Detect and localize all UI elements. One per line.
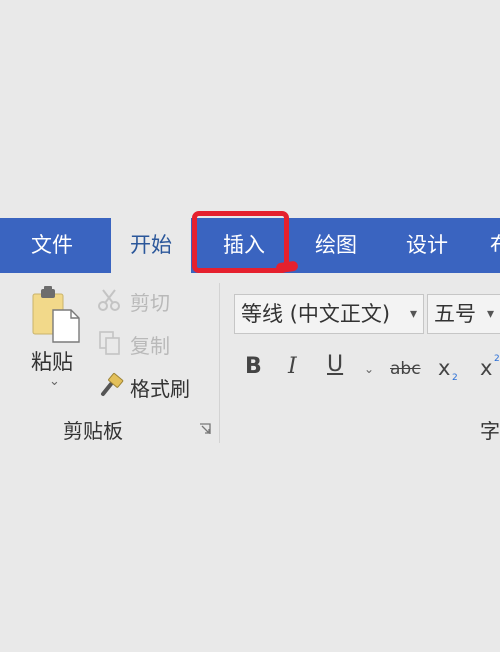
paste-label: 粘贴 [31,350,73,374]
chevron-down-icon: ▾ [409,306,417,322]
format-painter-icon [101,372,124,396]
bold-button[interactable]: B [245,354,262,379]
font-size-value: 五号 [434,302,476,326]
superscript-2: 2 [494,354,500,364]
dialog-launcher-icon[interactable] [199,420,211,434]
font-name-select[interactable]: 等线 (中文正文) ▾ [234,294,424,334]
scissors-icon [98,289,120,311]
chevron-down-icon: ▾ [486,306,494,322]
ribbon-tab-bar: 文件 开始 插入 绘图 设计 布 [0,218,500,275]
copy-icon [99,331,120,355]
tab-insert[interactable]: 插入 [223,218,265,273]
underline-dropdown-chevron-icon[interactable]: ⌄ [364,362,374,376]
chevron-down-icon[interactable]: ⌄ [49,374,60,389]
copy-label: 复制 [130,334,170,358]
tab-draw[interactable]: 绘图 [315,218,357,273]
italic-button[interactable]: I [288,354,297,379]
group-separator [219,283,220,443]
tab-file[interactable]: 文件 [31,218,73,273]
font-size-select[interactable]: 五号 ▾ [427,294,500,334]
tab-layout[interactable]: 布 [490,218,500,273]
clipboard-group-label: 剪贴板 [63,419,123,443]
subscript-x: x [438,356,451,380]
tab-home[interactable]: 开始 [111,218,191,275]
font-group-label: 字 [480,419,500,443]
subscript-2: 2 [452,373,458,383]
paste-icon [32,286,80,343]
strikethrough-button[interactable]: abc [390,359,421,379]
tab-design[interactable]: 设计 [406,218,448,273]
underline-button[interactable]: U [327,352,343,377]
cut-label: 剪切 [130,291,170,315]
font-name-value: 等线 (中文正文) [241,302,391,326]
format-painter-label: 格式刷 [130,377,190,401]
superscript-x: x [480,356,493,380]
